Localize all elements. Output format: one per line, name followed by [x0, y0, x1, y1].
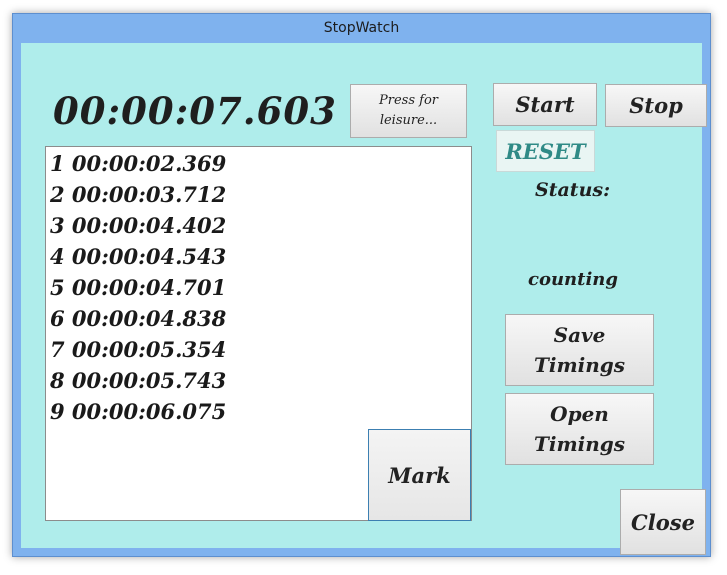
lap-item: 7 00:00:05.354	[50, 337, 227, 362]
lap-item: 4 00:00:04.543	[50, 244, 227, 269]
lap-item: 5 00:00:04.701	[50, 275, 227, 300]
lap-item: 1 00:00:02.369	[50, 151, 227, 176]
lap-item: 6 00:00:04.838	[50, 306, 227, 331]
status-value: counting	[528, 269, 618, 290]
mark-button[interactable]: Mark	[368, 429, 471, 521]
elapsed-time-display: 00:00:07.603	[53, 89, 337, 133]
status-label: Status:	[535, 179, 611, 201]
save-timings-button[interactable]: Save Timings	[505, 314, 654, 386]
client-area: 00:00:07.603 Press for leisure... Start …	[21, 43, 707, 555]
open-timings-button[interactable]: Open Timings	[505, 393, 654, 465]
stop-button[interactable]: Stop	[605, 84, 707, 127]
leisure-button[interactable]: Press for leisure...	[350, 84, 467, 138]
stopwatch-window: StopWatch 00:00:07.603 Press for leisure…	[12, 13, 711, 557]
lap-item: 8 00:00:05.743	[50, 368, 227, 393]
lap-item: 9 00:00:06.075	[50, 399, 227, 424]
window-title: StopWatch	[323, 20, 400, 36]
lap-item: 3 00:00:04.402	[50, 213, 227, 238]
lap-item: 2 00:00:03.712	[50, 182, 227, 207]
close-button[interactable]: Close	[620, 489, 706, 555]
reset-button[interactable]: RESET	[496, 130, 595, 172]
start-button[interactable]: Start	[493, 83, 597, 126]
